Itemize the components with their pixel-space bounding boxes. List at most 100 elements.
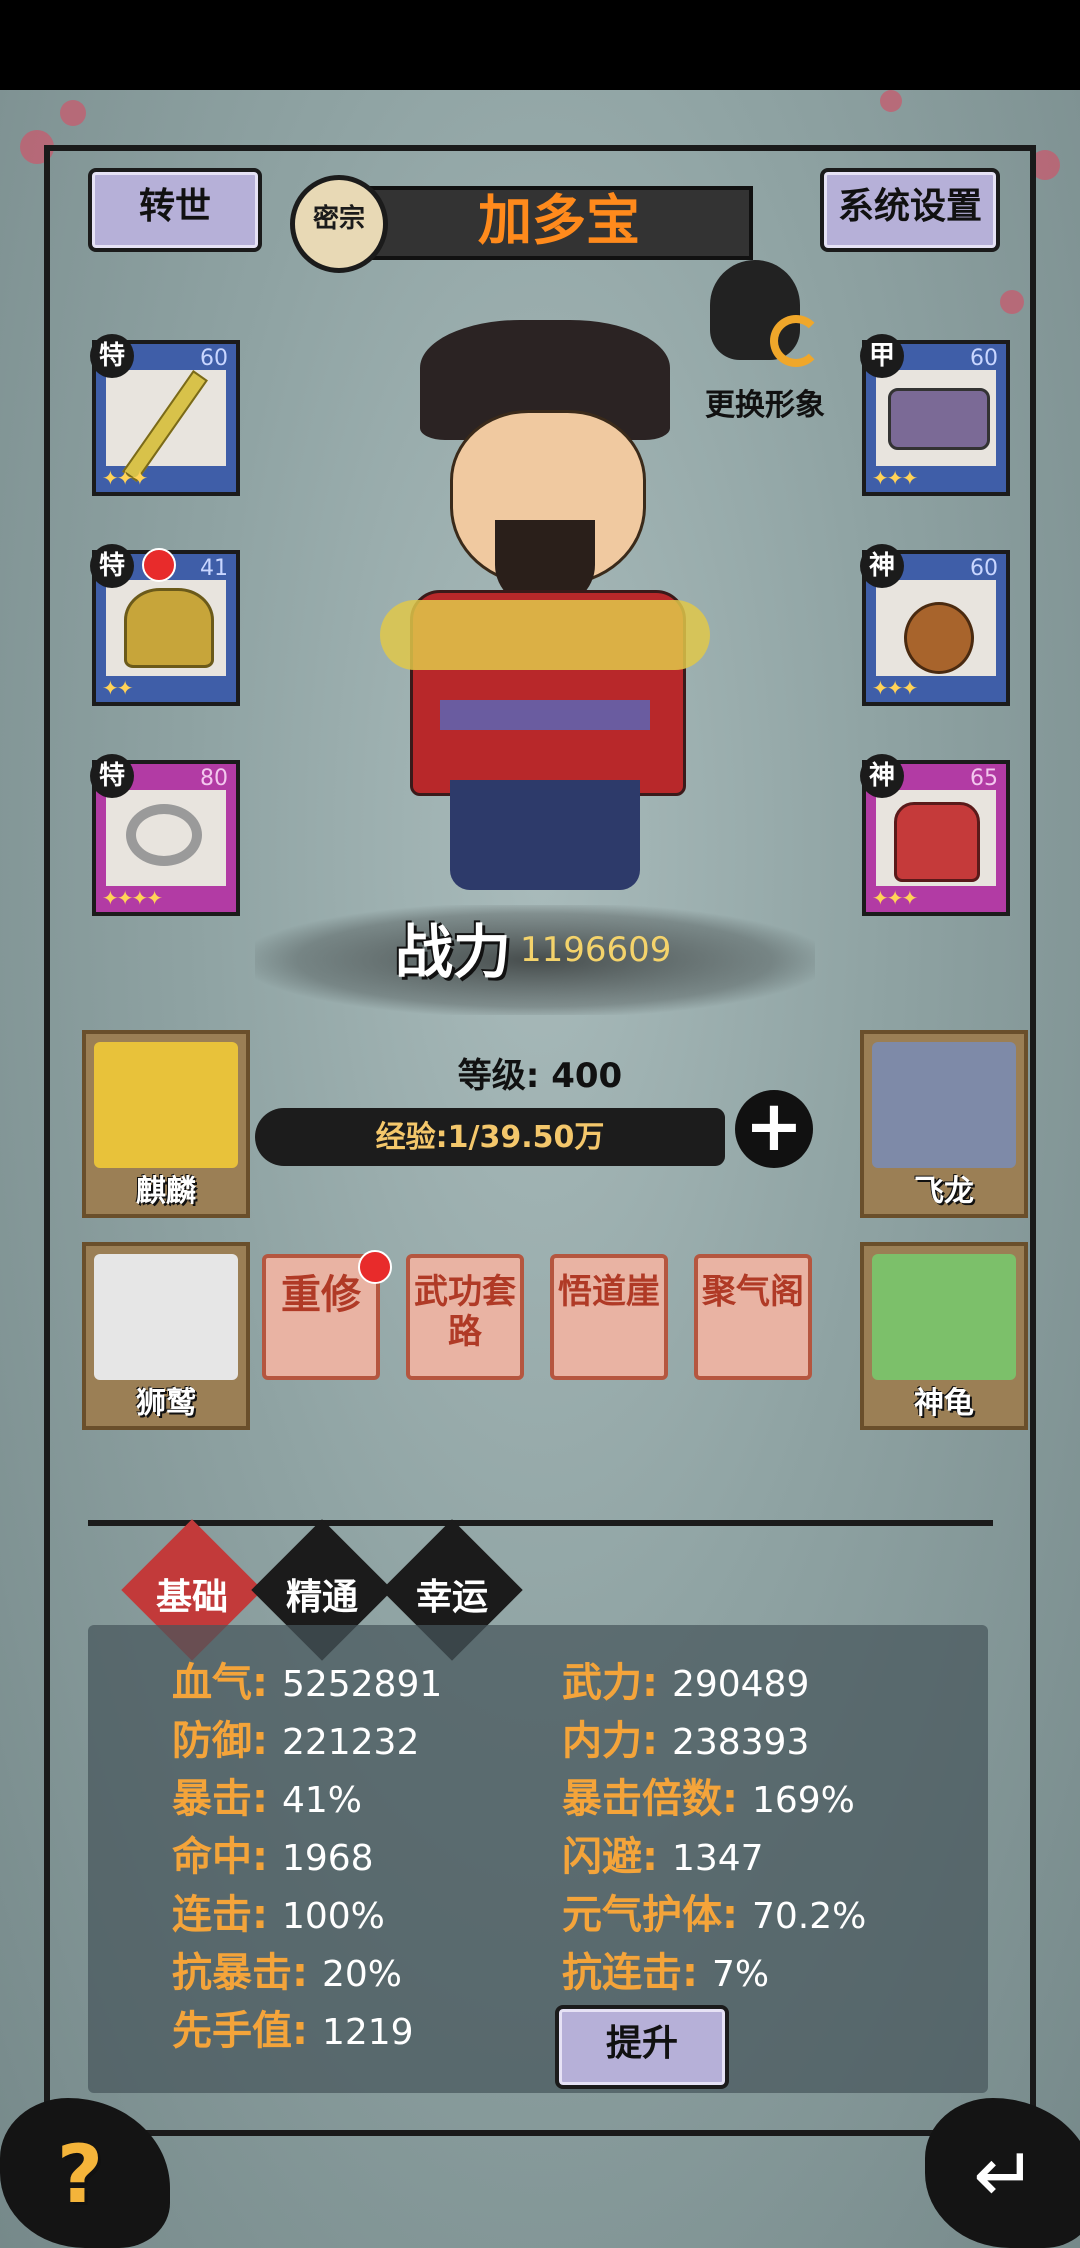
stat-row: 元气护体: 70.2%: [562, 1882, 866, 1940]
ring-icon: [126, 804, 202, 866]
slot-stars: ✦✦✦: [872, 466, 918, 490]
slot-stars: ✦✦: [102, 676, 133, 700]
qilin-icon: [94, 1042, 238, 1168]
stat-value: 7%: [711, 1954, 770, 1995]
hero-legs: [450, 780, 640, 890]
stat-value: 20%: [321, 1954, 402, 1995]
slot-stars: ✦✦✦✦: [102, 886, 163, 910]
rebirth-button[interactable]: 转世: [88, 168, 262, 252]
blossom-decoration: [60, 100, 86, 126]
refresh-icon: [770, 315, 822, 367]
boots-icon: [894, 802, 980, 882]
stat-row: 闪避: 1347: [562, 1824, 764, 1882]
equip-slot-ring[interactable]: 特 80 ✦✦✦✦: [90, 754, 240, 916]
slot-stars: ✦✦✦: [872, 886, 918, 910]
slot-level: 80: [200, 766, 228, 791]
stat-value: 1968: [281, 1838, 374, 1879]
stat-key: 抗暴击:: [172, 1950, 308, 1996]
slot-level: 65: [970, 766, 998, 791]
griffin-icon: [94, 1254, 238, 1380]
stat-key: 防御:: [172, 1718, 268, 1764]
martial-arts-button[interactable]: 武功套路: [406, 1254, 524, 1380]
equip-slot-boots[interactable]: 神 65 ✦✦✦: [860, 754, 1010, 916]
slot-art: [876, 370, 996, 466]
pet-name: 飞龙: [914, 1174, 974, 1209]
stat-key: 暴击:: [172, 1776, 268, 1822]
stat-value: 221232: [281, 1722, 420, 1763]
stat-key: 闪避:: [562, 1834, 658, 1880]
pet-name: 狮鹫: [136, 1386, 196, 1421]
equip-slot-weapon[interactable]: 特 60 ✦✦✦: [90, 334, 240, 496]
stat-value: 100%: [281, 1896, 385, 1937]
slot-tag: 特: [90, 334, 134, 378]
pet-qilin[interactable]: 麒麟: [82, 1030, 250, 1218]
frame-bottom: [44, 2130, 1036, 2136]
tab-luck-label: 幸运: [415, 1577, 488, 1618]
stat-key: 血气:: [172, 1660, 268, 1706]
slot-tag: 特: [90, 754, 134, 798]
stat-value: 290489: [671, 1664, 810, 1705]
hero-character[interactable]: [380, 300, 710, 900]
back-button[interactable]: ↵: [950, 2115, 1060, 2235]
blossom-decoration: [880, 90, 902, 112]
exp-text: 经验:1/39.50万: [375, 1120, 605, 1155]
slot-tag: 特: [90, 544, 134, 588]
system-settings-button[interactable]: 系统设置: [820, 168, 1000, 252]
change-look-button[interactable]: 更换形象: [690, 260, 840, 430]
slot-tag: 甲: [860, 334, 904, 378]
add-exp-button[interactable]: +: [735, 1090, 813, 1168]
turtle-icon: [872, 1254, 1016, 1380]
pet-shengui[interactable]: 神龟: [860, 1242, 1028, 1430]
notification-dot: [358, 1250, 392, 1284]
slot-art: [106, 580, 226, 676]
frame-left: [44, 145, 50, 2135]
stat-key: 抗连击:: [562, 1950, 698, 1996]
dragon-icon: [872, 1042, 1016, 1168]
stat-row: 武力: 290489: [562, 1650, 809, 1708]
pet-name: 神龟: [914, 1386, 974, 1421]
tab-basic-label: 基础: [155, 1577, 228, 1618]
hero-name: 加多宝: [365, 186, 753, 260]
stat-row: 抗暴击: 20%: [172, 1940, 402, 1998]
stat-row: 防御: 221232: [172, 1708, 419, 1766]
equip-slot-armor[interactable]: 甲 60 ✦✦✦: [860, 334, 1010, 496]
slot-art: [106, 370, 226, 482]
status-bar: [0, 0, 1080, 90]
stat-row: 暴击倍数: 169%: [562, 1766, 855, 1824]
stat-value: 41%: [281, 1780, 362, 1821]
enlightenment-cliff-button[interactable]: 悟道崖: [550, 1254, 668, 1380]
armor-icon: [888, 388, 990, 450]
change-look-label: 更换形象: [705, 388, 825, 423]
slot-art: [876, 580, 996, 676]
stat-key: 命中:: [172, 1834, 268, 1880]
stat-value: 169%: [751, 1780, 855, 1821]
stat-row: 暴击: 41%: [172, 1766, 362, 1824]
equip-slot-helmet[interactable]: 特 41 ✦✦: [90, 544, 240, 706]
help-button[interactable]: ?: [20, 2115, 140, 2235]
pet-shijiu[interactable]: 狮鹫: [82, 1242, 250, 1430]
slot-level: 60: [970, 556, 998, 581]
equip-slot-gourd[interactable]: 神 60 ✦✦✦: [860, 544, 1010, 706]
stat-row: 先手值: 1219: [172, 1998, 414, 2056]
slot-stars: ✦✦✦: [102, 466, 148, 490]
slot-art: [876, 790, 996, 886]
pet-feilong[interactable]: 飞龙: [860, 1030, 1028, 1218]
frame-top: [44, 145, 1036, 151]
slot-level: 60: [970, 346, 998, 371]
crown-icon: [124, 588, 214, 668]
qi-pavilion-button[interactable]: 聚气阁: [694, 1254, 812, 1380]
slot-level: 41: [200, 556, 228, 581]
hero-belt: [440, 700, 650, 730]
stat-row: 连击: 100%: [172, 1882, 385, 1940]
stat-key: 内力:: [562, 1718, 658, 1764]
upgrade-button[interactable]: 提升: [555, 2005, 729, 2089]
gourd-icon: [904, 602, 974, 674]
stat-row: 命中: 1968: [172, 1824, 374, 1882]
stat-key: 连击:: [172, 1892, 268, 1938]
slot-tag: 神: [860, 544, 904, 588]
section-divider: [88, 1520, 993, 1526]
stat-value: 1219: [321, 2012, 414, 2053]
stat-key: 元气护体:: [562, 1892, 738, 1938]
slot-level: 60: [200, 346, 228, 371]
stat-value: 70.2%: [751, 1896, 867, 1937]
